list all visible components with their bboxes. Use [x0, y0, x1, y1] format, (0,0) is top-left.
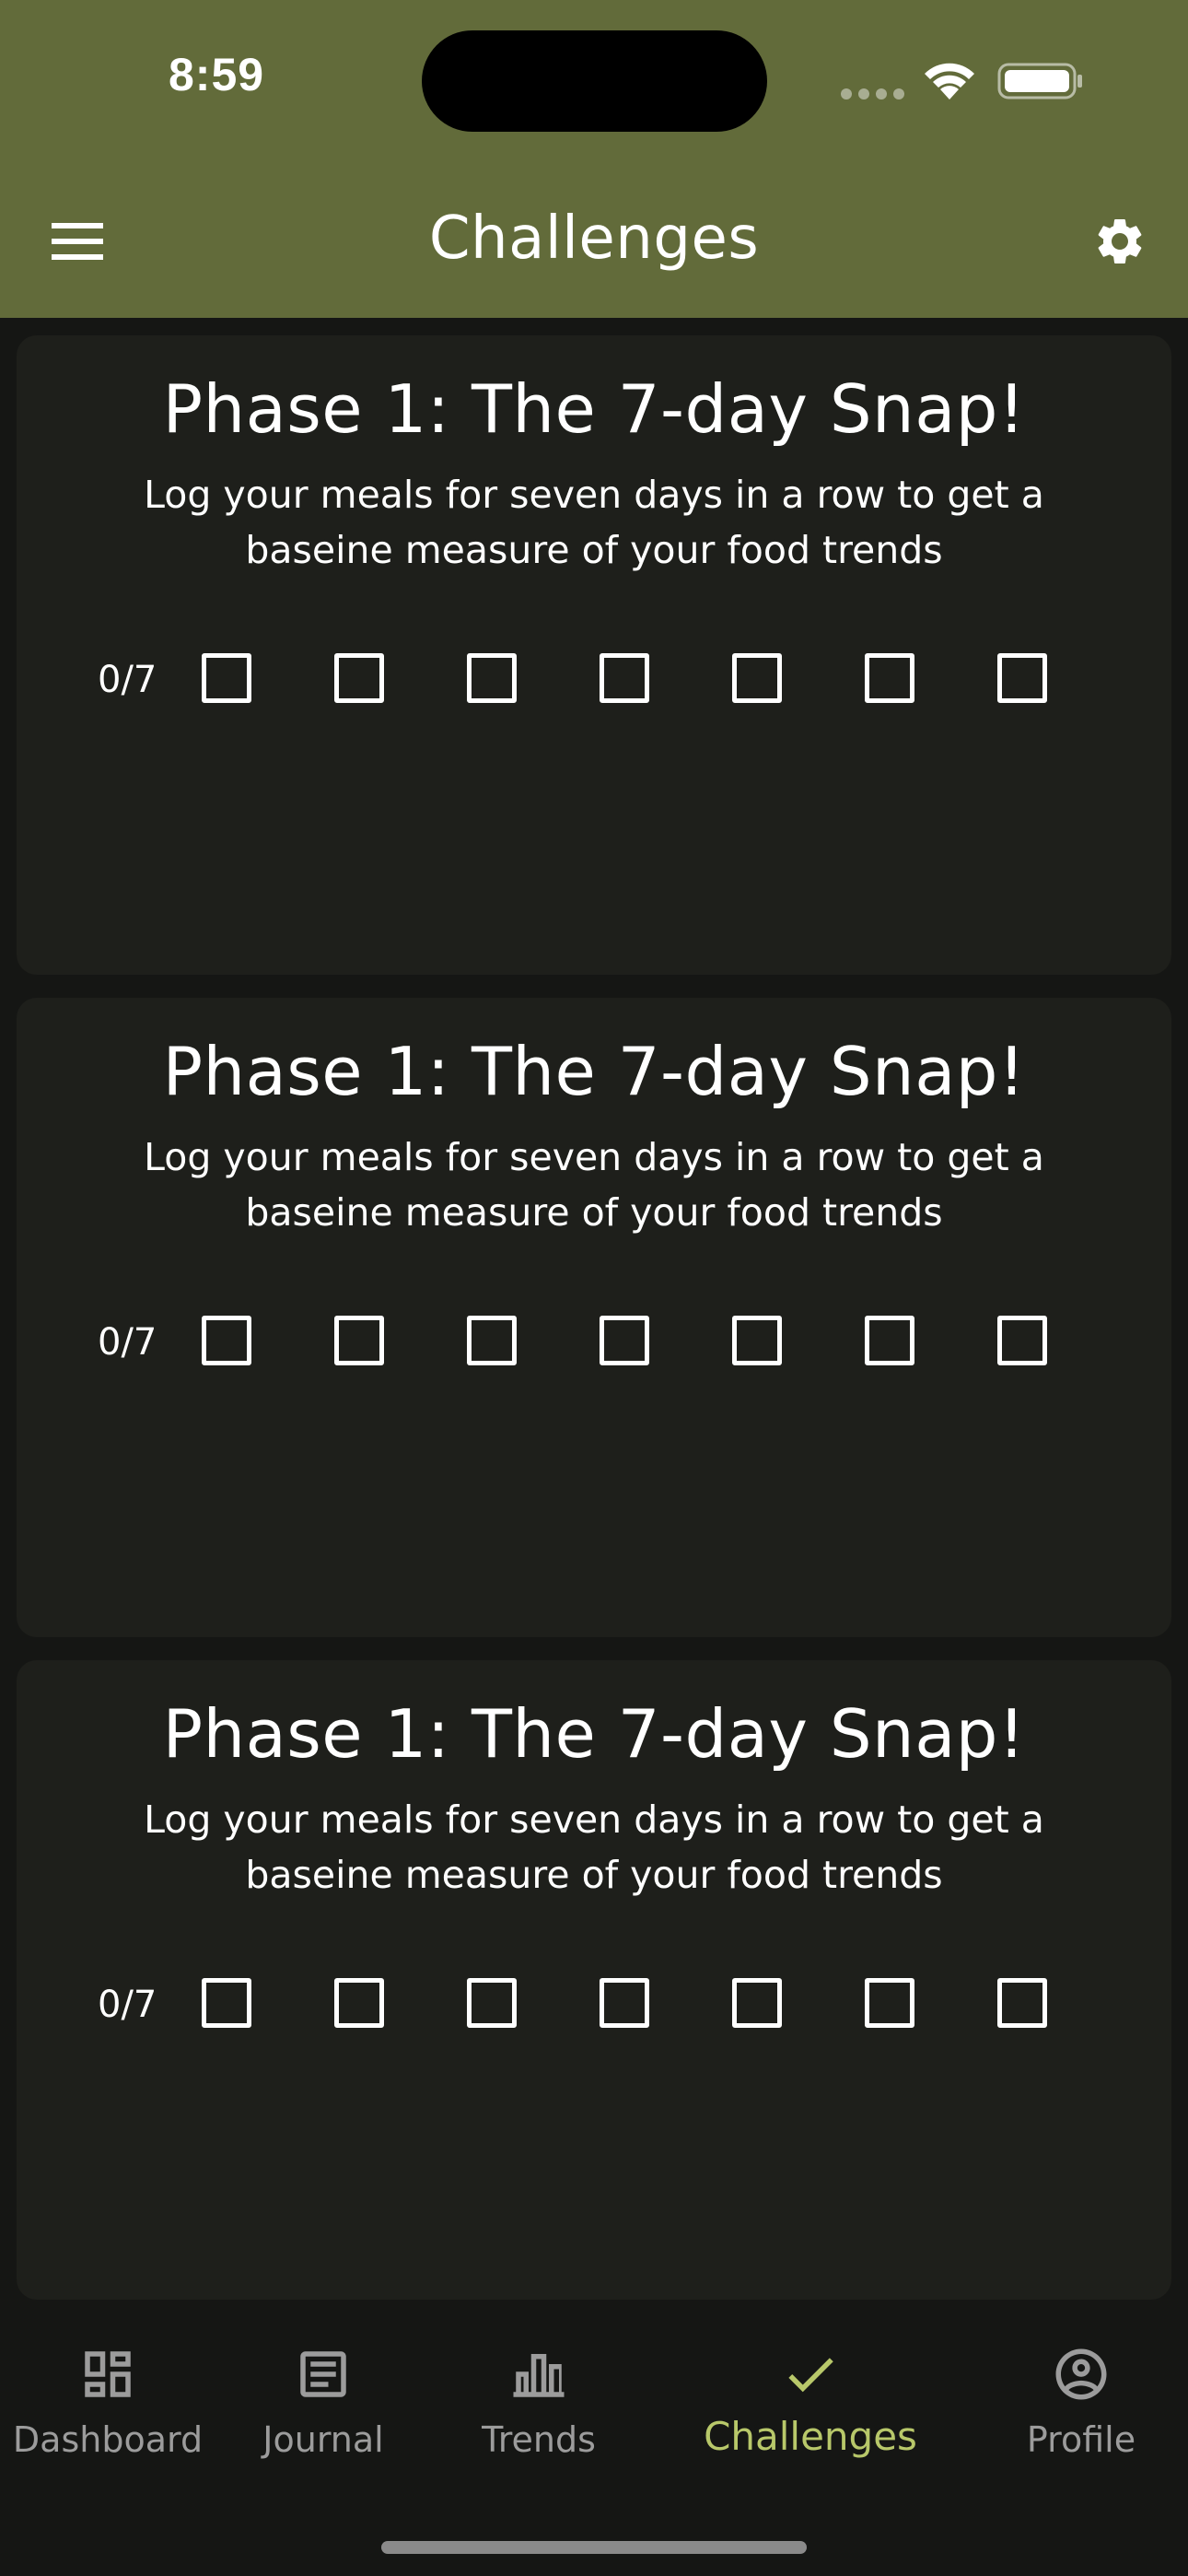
- day-6-checkbox[interactable]: [865, 1978, 914, 2028]
- nav-item-journal[interactable]: Journal: [215, 2318, 431, 2502]
- day-1-checkbox[interactable]: [202, 1978, 251, 2028]
- day-6-checkbox[interactable]: [865, 653, 914, 703]
- progress-row: 0/7: [17, 653, 1171, 708]
- day-7-checkbox[interactable]: [997, 653, 1047, 703]
- gear-icon: [1098, 219, 1142, 263]
- day-1-checkbox[interactable]: [202, 653, 251, 703]
- day-4-checkbox[interactable]: [600, 1978, 649, 2028]
- nav-label: Dashboard: [12, 2419, 204, 2460]
- card-title: Phase 1: The 7-day Snap!: [162, 1695, 1026, 1773]
- day-2-checkbox[interactable]: [334, 653, 384, 703]
- card-title: Phase 1: The 7-day Snap!: [162, 370, 1026, 448]
- day-4-checkbox[interactable]: [600, 653, 649, 703]
- status-time: 8:59: [169, 49, 265, 100]
- nav-label: Trends: [482, 2419, 596, 2460]
- day-6-checkbox[interactable]: [865, 1316, 914, 1365]
- app-header: 8:59 Challenges: [0, 0, 1188, 318]
- checkmark-icon: [788, 2358, 833, 2393]
- wifi-icon: [925, 63, 974, 100]
- nav-item-profile[interactable]: Profile: [974, 2318, 1188, 2502]
- day-2-checkbox[interactable]: [334, 1316, 384, 1365]
- challenge-card[interactable]: Phase 1: The 7-day Snap! Log your meals …: [17, 998, 1171, 1637]
- page-title: Challenges: [428, 205, 760, 273]
- challenge-card[interactable]: Phase 1: The 7-day Snap! Log your meals …: [17, 1660, 1171, 2300]
- journal-icon: [300, 2351, 346, 2397]
- profile-icon: [1055, 2348, 1107, 2400]
- cellular-signal-icon: [841, 87, 905, 101]
- card-description: Log your meals for seven days in a row t…: [144, 1135, 1044, 1235]
- day-1-checkbox[interactable]: [202, 1316, 251, 1365]
- nav-label: Profile: [1026, 2419, 1136, 2460]
- bottom-nav: Dashboard Journal Trends Challenges Prof: [0, 2318, 1188, 2576]
- day-3-checkbox[interactable]: [467, 653, 517, 703]
- card-title: Phase 1: The 7-day Snap!: [162, 1033, 1026, 1110]
- dynamic-island: [422, 30, 767, 132]
- progress-count: 0/7: [98, 1984, 157, 2026]
- nav-item-challenges[interactable]: Challenges: [646, 2318, 974, 2502]
- challenges-screen: 8:59 Challenges Phase 1: The 7-day Snap!…: [0, 0, 1188, 2576]
- nav-label: Challenges: [704, 2414, 917, 2459]
- bar-chart-icon: [513, 2354, 565, 2397]
- progress-count: 0/7: [98, 1321, 157, 1364]
- day-7-checkbox[interactable]: [997, 1316, 1047, 1365]
- card-description: Log your meals for seven days in a row t…: [144, 1797, 1044, 1897]
- day-2-checkbox[interactable]: [334, 1978, 384, 2028]
- day-5-checkbox[interactable]: [732, 653, 782, 703]
- dashboard-icon: [85, 2351, 131, 2397]
- progress-count: 0/7: [98, 659, 157, 701]
- nav-item-trends[interactable]: Trends: [431, 2318, 646, 2502]
- day-5-checkbox[interactable]: [732, 1978, 782, 2028]
- progress-row: 0/7: [17, 1978, 1171, 2033]
- day-4-checkbox[interactable]: [600, 1316, 649, 1365]
- day-3-checkbox[interactable]: [467, 1316, 517, 1365]
- nav-label: Journal: [262, 2419, 384, 2460]
- settings-button[interactable]: [1089, 210, 1151, 273]
- day-3-checkbox[interactable]: [467, 1978, 517, 2028]
- day-5-checkbox[interactable]: [732, 1316, 782, 1365]
- challenge-card[interactable]: Phase 1: The 7-day Snap! Log your meals …: [17, 335, 1171, 975]
- battery-icon: [997, 63, 1082, 100]
- progress-row: 0/7: [17, 1316, 1171, 1371]
- day-7-checkbox[interactable]: [997, 1978, 1047, 2028]
- card-description: Log your meals for seven days in a row t…: [144, 473, 1044, 572]
- home-indicator: [381, 2541, 807, 2554]
- nav-item-dashboard[interactable]: Dashboard: [0, 2318, 215, 2502]
